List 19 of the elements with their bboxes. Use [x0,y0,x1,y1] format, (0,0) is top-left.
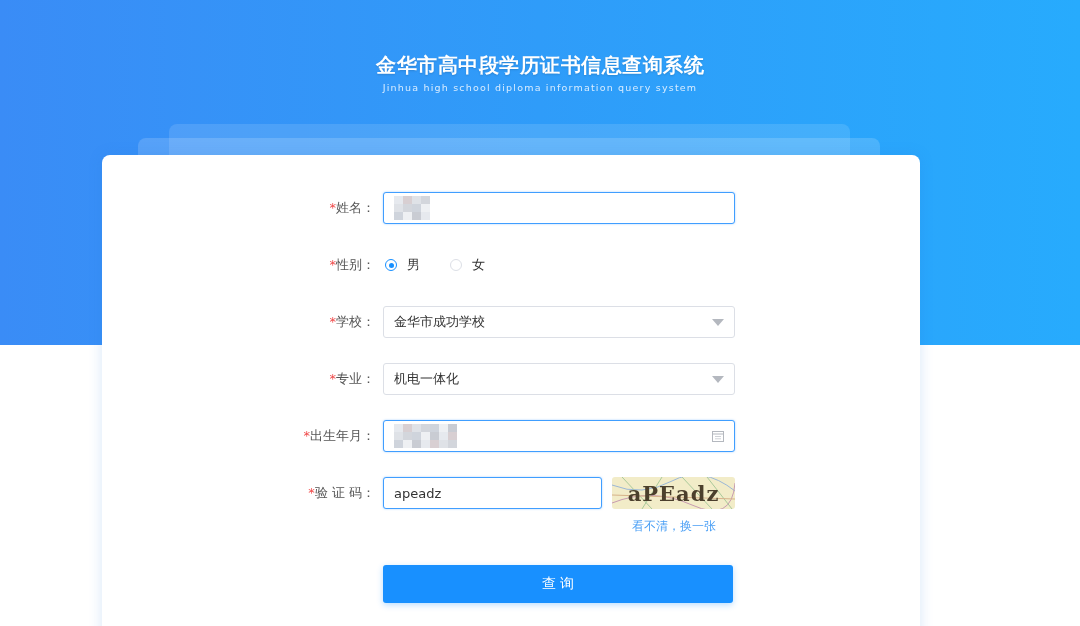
field-label: *学校： [328,313,375,331]
field-label: *专业： [328,370,375,388]
radio-option[interactable]: 女 [450,256,485,274]
page-title: 金华市高中段学历证书信息查询系统 [376,52,704,79]
dropdown-caret-icon [712,318,724,326]
select-dropdown[interactable]: 金华市成功学校 [383,306,735,338]
dropdown-caret-icon [712,375,724,383]
date-input-field[interactable] [383,420,735,452]
name-input-field[interactable] [383,192,735,224]
field-label: *验 证 码： [307,484,375,502]
captcha-image[interactable]: aPEadz [612,477,735,509]
radio-option[interactable]: 男 [385,256,420,274]
field-label: *出生年月： [302,427,375,445]
captcha-input-field[interactable]: apeadz [383,477,602,509]
select-dropdown[interactable]: 机电一体化 [383,363,735,395]
field-label: *姓名： [328,199,375,217]
page-subtitle: Jinhua high school diploma information query system [382,82,698,93]
field-label: *性别： [328,256,375,274]
calendar-icon [712,430,724,442]
